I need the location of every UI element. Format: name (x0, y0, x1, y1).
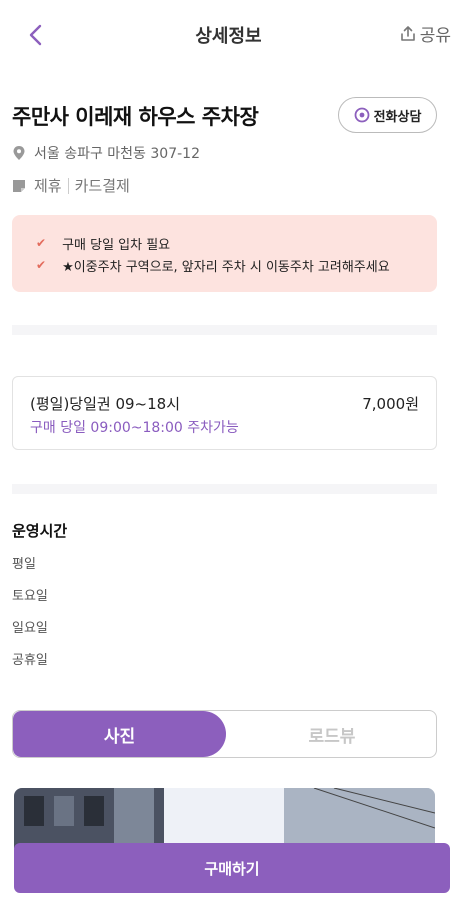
ticket-option[interactable]: (평일)당일권 09~18시 7,000원 구매 당일 09:00~18:00 … (12, 376, 437, 450)
purchase-button[interactable]: 구매하기 (14, 843, 450, 893)
tag-row: 제휴 카드결제 (12, 175, 130, 196)
ticket-description: 구매 당일 09:00~18:00 주차가능 (30, 420, 239, 436)
call-consult-button[interactable]: 전화상담 (338, 97, 437, 133)
hours-row-saturday: 토요일 (12, 589, 48, 604)
tab-photo[interactable]: 사진 (13, 711, 226, 757)
ticket-name: (평일)당일권 09~18시 (30, 395, 181, 413)
tab-roadview[interactable]: 로드뷰 (226, 711, 436, 757)
notice-item: ✔ 구매 당일 입차 필요 (36, 232, 437, 254)
ticket-price: 7,000원 (362, 395, 419, 413)
media-tab-switch: 사진 로드뷰 (12, 710, 437, 758)
address-row: 서울 송파구 마천동 307-12 (12, 143, 200, 163)
headset-icon (354, 107, 369, 123)
section-divider (12, 325, 437, 335)
check-icon: ✔ (36, 258, 47, 272)
notice-box: ✔ 구매 당일 입차 필요 ✔ ★이중주차 구역으로, 앞자리 주차 시 이동주… (12, 215, 437, 292)
call-consult-label: 전화상담 (373, 109, 422, 125)
section-divider (12, 484, 437, 494)
page-title: 상세정보 (195, 26, 262, 47)
notice-text: ★이중주차 구역으로, 앞자리 주차 시 이동주차 고려해주세요 (62, 259, 390, 275)
tag-divider (67, 177, 69, 194)
parking-lot-name: 주만사 이레재 하우스 주차장 (12, 105, 259, 129)
tag-card-payment: 카드결제 (74, 177, 130, 195)
check-icon: ✔ (36, 236, 47, 250)
photo-image (14, 788, 435, 848)
tag-affiliate: 제휴 (34, 177, 62, 195)
hours-row-sunday: 일요일 (12, 621, 48, 636)
share-icon (400, 25, 415, 41)
hours-row-weekday: 평일 (12, 557, 36, 572)
header: 상세정보 공유 (0, 0, 457, 70)
tag-icon (13, 179, 25, 192)
parking-photo[interactable] (14, 788, 435, 848)
share-button[interactable]: 공유 (399, 21, 451, 46)
operating-hours-title: 운영시간 (12, 522, 68, 540)
hours-row-holiday: 공휴일 (12, 653, 48, 668)
location-pin-icon (13, 146, 25, 160)
notice-text: 구매 당일 입차 필요 (62, 237, 171, 253)
share-label: 공유 (419, 26, 451, 46)
address-text: 서울 송파구 마천동 307-12 (34, 146, 200, 162)
notice-item: ✔ ★이중주차 구역으로, 앞자리 주차 시 이동주차 고려해주세요 (36, 254, 437, 276)
